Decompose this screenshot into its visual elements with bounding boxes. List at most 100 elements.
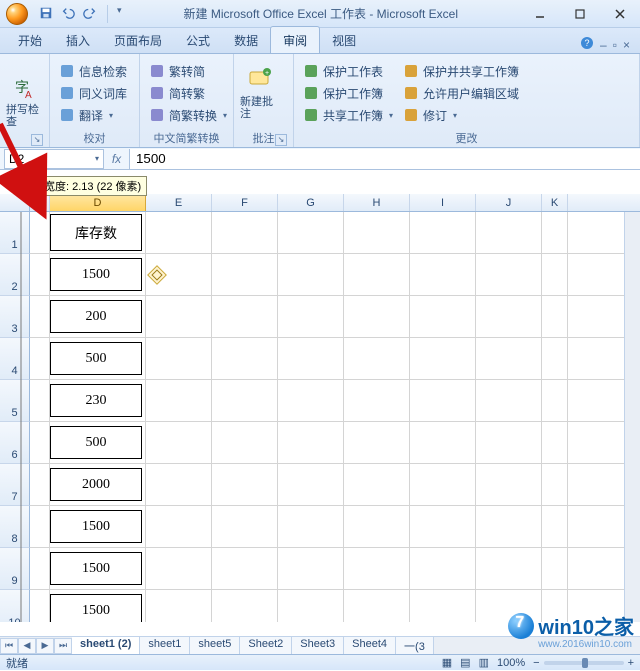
vertical-scrollbar[interactable] [624,212,640,622]
ribbon-cmd[interactable]: 同义词库 [56,84,130,103]
watermark: win10之家 [508,611,634,640]
ribbon-tab-6[interactable]: 视图 [320,27,368,53]
cell-value[interactable]: 1500 [50,258,142,291]
redo-icon[interactable] [82,5,98,21]
ribbon-tabs: 开始插入页面布局公式数据审阅视图 ? – ▫ × [0,28,640,54]
sheet-nav-prev[interactable]: ◀ [18,638,36,654]
ribbon-cmd[interactable]: 修订▾ [400,106,522,125]
row-header[interactable]: 5 [0,380,30,422]
sheet-tab[interactable]: sheet1 (2) [72,636,140,655]
window-title: 新建 Microsoft Office Excel 工作表 - Microsof… [122,5,520,22]
sheet-nav-first[interactable]: ⏮ [0,638,18,654]
cell-value[interactable]: 230 [50,384,142,417]
help-icon[interactable]: ? [580,36,594,53]
cell-value[interactable]: 1500 [50,594,142,622]
ribbon: 字A 拼写检查 ↘ 信息检索同义词库翻译▾ 校对 繁转简简转繁简繁转换▾ 中文简… [0,54,640,148]
row-header[interactable]: 6 [0,422,30,464]
new-comment-label: 新建批注 [240,96,280,120]
dialog-launcher-icon[interactable]: ↘ [275,134,287,146]
column-header-J[interactable]: J [476,194,542,211]
new-comment-button[interactable]: + 新建批注 [240,57,280,129]
view-layout-icon[interactable]: ▤ [460,656,470,669]
row-header[interactable]: 10 [0,590,30,622]
group-comments-label: 批注 [253,133,275,145]
row-header[interactable]: 9 [0,548,30,590]
formula-input[interactable] [130,149,640,169]
sheet-tab[interactable]: 一(3 [395,636,434,655]
row-header[interactable]: 4 [0,338,30,380]
maximize-button[interactable] [560,2,600,26]
ribbon-cmd[interactable]: 翻译▾ [56,106,130,125]
group-changes-label: 更改 [456,133,478,145]
ribbon-tab-3[interactable]: 公式 [174,27,222,53]
fx-icon[interactable]: fx [104,149,130,169]
row-header[interactable]: 3 [0,296,30,338]
zoom-value: 100% [497,657,525,669]
row-header[interactable]: 7 [0,464,30,506]
watermark-logo-icon [508,613,534,639]
cell-value[interactable]: 1500 [50,552,142,585]
ribbon-tab-2[interactable]: 页面布局 [102,27,174,53]
column-header-I[interactable]: I [410,194,476,211]
ribbon-cmd[interactable]: 保护并共享工作簿 [400,62,522,81]
ribbon-tab-5[interactable]: 审阅 [270,26,320,53]
minimize-button[interactable] [520,2,560,26]
column-resize-guide [20,212,22,622]
mdi-restore-icon[interactable]: ▫ [613,38,617,52]
spreadsheet-grid[interactable]: CDEFGHIJK 1库存数21500320045005230650072000… [0,194,640,638]
cell-header[interactable]: 库存数 [50,214,142,251]
row-header[interactable]: 2 [0,254,30,296]
cell-value[interactable]: 500 [50,426,142,459]
sheet-nav-next[interactable]: ▶ [36,638,54,654]
ribbon-cmd[interactable]: 简转繁 [146,84,230,103]
ribbon-cmd[interactable]: 共享工作簿▾ [300,106,396,125]
column-header-K[interactable]: K [542,194,568,211]
sheet-tab[interactable]: sheet1 [139,636,190,655]
cell-value[interactable]: 1500 [50,510,142,543]
svg-text:?: ? [585,38,590,48]
status-text: 就绪 [6,655,28,671]
office-button[interactable] [0,0,34,28]
watermark-url: www.2016win10.com [538,639,632,650]
sheet-tab[interactable]: Sheet2 [239,636,292,655]
svg-text:+: + [265,70,269,77]
column-header-F[interactable]: F [212,194,278,211]
cell-value[interactable]: 2000 [50,468,142,501]
sheet-tab[interactable]: Sheet3 [291,636,344,655]
ribbon-tab-0[interactable]: 开始 [6,27,54,53]
svg-text:A: A [25,90,32,101]
close-button[interactable] [600,2,640,26]
view-normal-icon[interactable]: ▦ [442,656,452,669]
view-pagebreak-icon[interactable]: ▥ [479,656,489,669]
ribbon-cmd[interactable]: 保护工作簿 [300,84,396,103]
sheet-nav-last[interactable]: ⏭ [54,638,72,654]
row-header[interactable]: 8 [0,506,30,548]
column-header-H[interactable]: H [344,194,410,211]
overlay-arrow [0,120,54,220]
undo-icon[interactable] [60,5,76,21]
group-proofing-label: 校对 [84,133,106,145]
formula-bar: D2 ▾ fx [0,148,640,170]
ribbon-cmd[interactable]: 繁转简 [146,62,230,81]
ribbon-tab-1[interactable]: 插入 [54,27,102,53]
ribbon-cmd[interactable]: 允许用户编辑区域 [400,84,522,103]
ribbon-cmd[interactable]: 简繁转换▾ [146,106,230,125]
save-icon[interactable] [38,5,54,21]
sheet-tab[interactable]: Sheet4 [343,636,396,655]
column-width-tooltip: 宽度: 2.13 (22 像素) [38,176,147,196]
cell-value[interactable]: 500 [50,342,142,375]
mdi-close-icon[interactable]: × [623,38,630,52]
zoom-slider[interactable]: −+ [533,657,634,669]
ribbon-cmd[interactable]: 信息检索 [56,62,130,81]
column-header-G[interactable]: G [278,194,344,211]
sheet-tab[interactable]: sheet5 [189,636,240,655]
ribbon-cmd[interactable]: 保护工作表 [300,62,396,81]
quick-access-toolbar: ▾ [38,5,122,23]
status-bar: 就绪 ▦ ▤ ▥ 100% −+ [0,654,640,670]
ribbon-tab-4[interactable]: 数据 [222,27,270,53]
column-header-D[interactable]: D [50,194,146,211]
watermark-text: win10之家 [538,611,634,640]
mdi-minimize-icon[interactable]: – [600,38,607,52]
column-header-E[interactable]: E [146,194,212,211]
cell-value[interactable]: 200 [50,300,142,333]
